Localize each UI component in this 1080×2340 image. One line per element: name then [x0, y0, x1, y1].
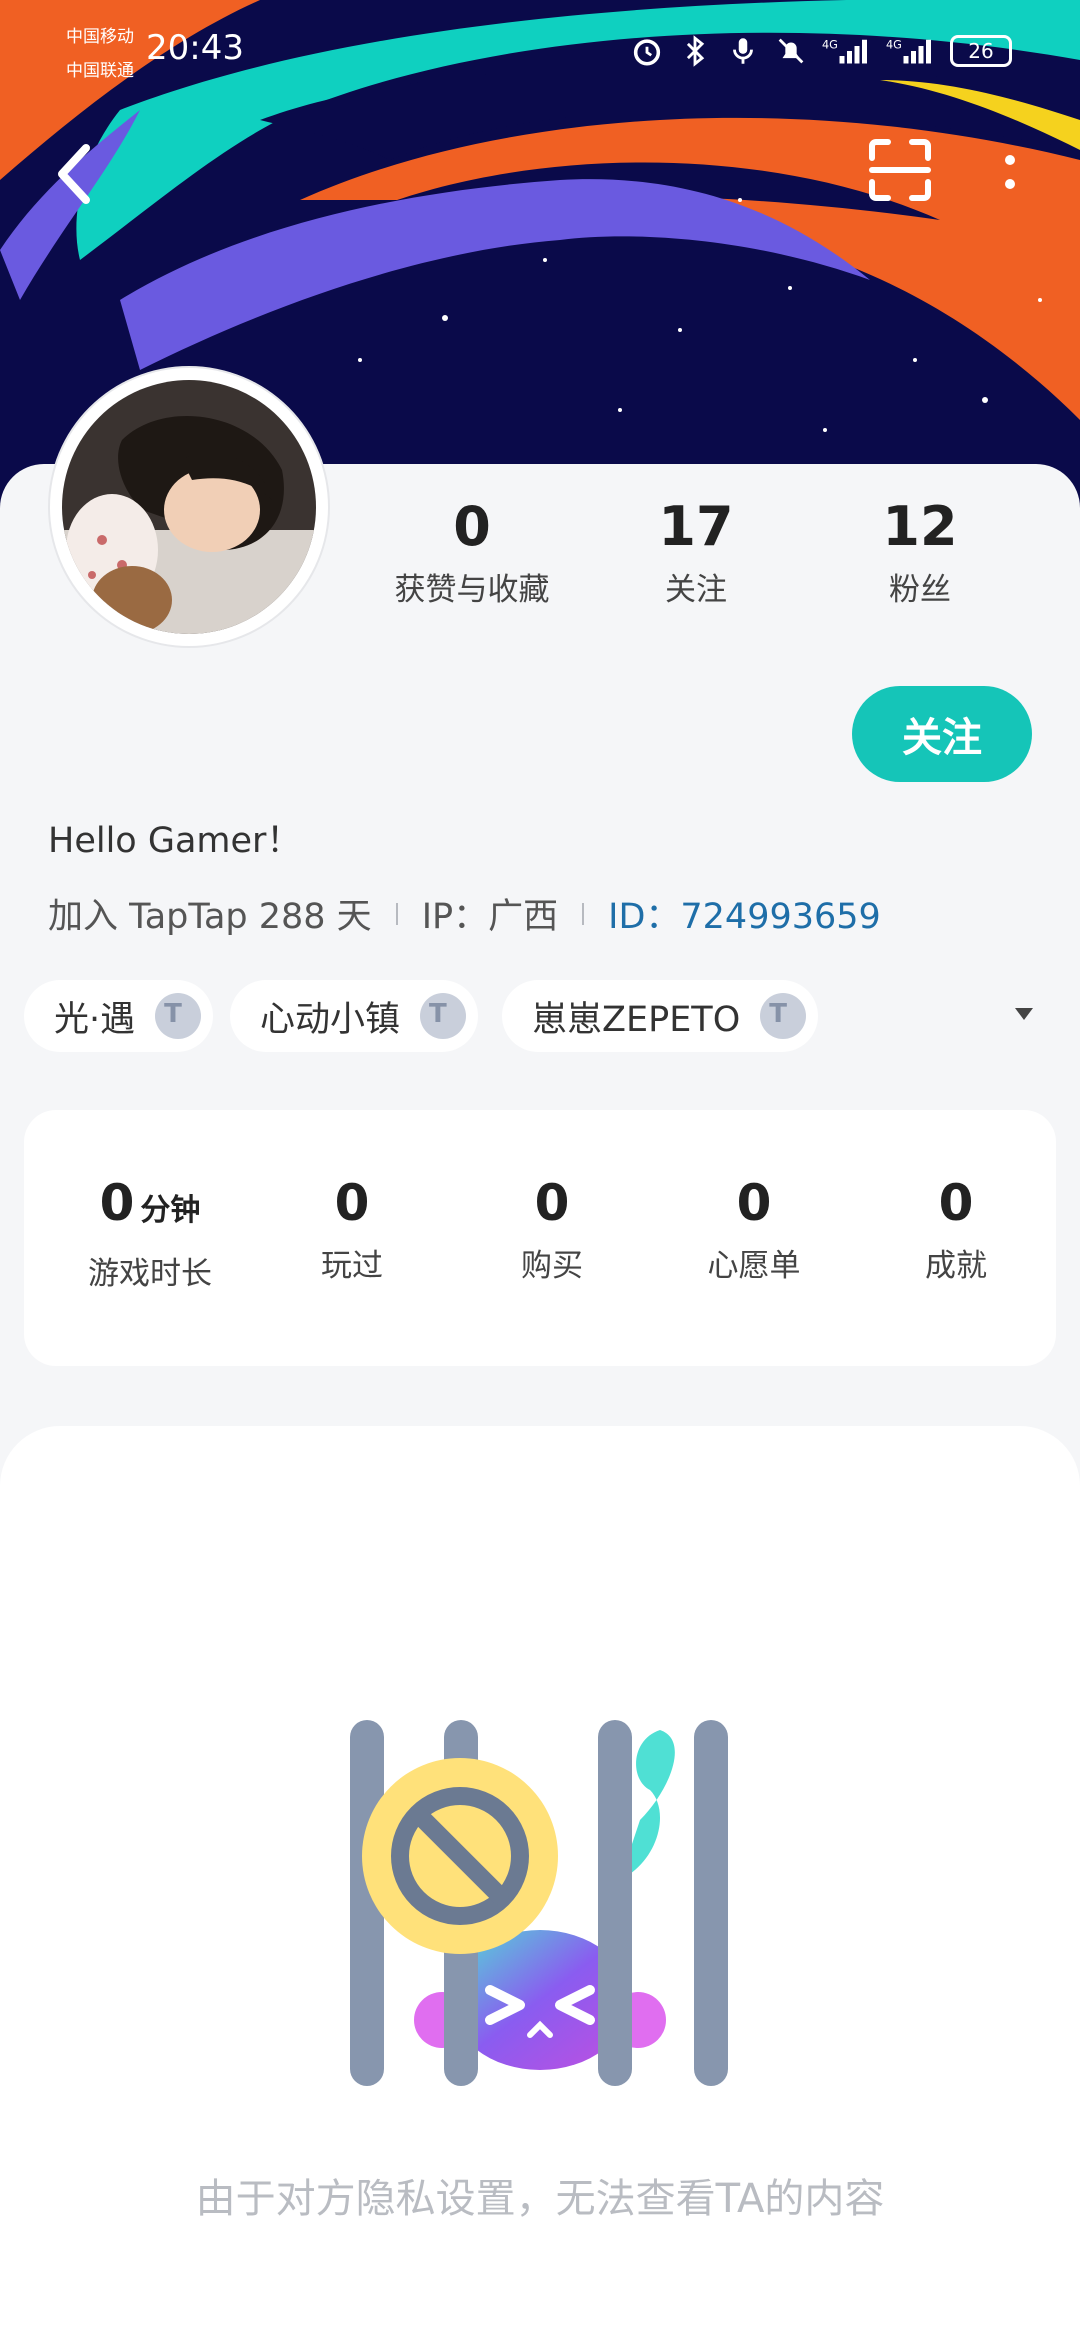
bought-label: 购买	[521, 1248, 583, 1284]
followers-count: 12	[882, 495, 958, 558]
privacy-locked-illustration	[350, 1720, 728, 2086]
wishlist-stat[interactable]: 0 心愿单	[654, 1172, 854, 1285]
avatar[interactable]	[62, 380, 316, 634]
achievements-label: 成就	[925, 1248, 987, 1284]
status-time: 20:43	[146, 28, 244, 68]
follow-button[interactable]: 关注	[852, 686, 1032, 782]
playtime-unit: 分钟	[140, 1193, 201, 1228]
status-icons: 4G 4G 26	[630, 26, 1080, 76]
svg-text:4G: 4G	[886, 39, 902, 52]
game-tag-label: 光·遇	[54, 999, 136, 1040]
microphone-icon	[733, 38, 753, 64]
ip-location: IP：广西	[421, 897, 559, 937]
achievements-stat[interactable]: 0 成就	[856, 1172, 1056, 1285]
more-options-icon[interactable]	[998, 150, 1022, 198]
game-tag-heartopia[interactable]: 心动小镇 T	[230, 980, 479, 1052]
bluetooth-icon	[686, 35, 705, 67]
playtime-stat[interactable]: 0 分钟 游戏时长	[50, 1172, 250, 1293]
achievements-value: 0	[938, 1174, 974, 1232]
followers-stat[interactable]: 12 粉丝	[810, 494, 1030, 609]
wishlist-value: 0	[736, 1174, 772, 1232]
taptap-badge-icon: T	[760, 993, 807, 1039]
played-value: 0	[334, 1174, 370, 1232]
likes-label: 获赞与收藏	[394, 572, 550, 608]
playtime-label: 游戏时长	[88, 1256, 212, 1292]
carrier-label-1: 中国移动	[66, 27, 134, 47]
likes-count: 0	[453, 495, 491, 558]
back-icon[interactable]	[48, 138, 100, 210]
bio-text: Hello Gamer！	[48, 821, 302, 861]
game-tag-label: 崽崽ZEPETO	[532, 999, 741, 1040]
played-label: 玩过	[321, 1248, 383, 1284]
divider	[582, 902, 585, 925]
playtime-value: 0	[99, 1174, 135, 1232]
following-count: 17	[658, 495, 734, 558]
following-label: 关注	[665, 572, 727, 608]
alarm-icon	[633, 39, 661, 66]
svg-text:4G: 4G	[822, 39, 838, 52]
mute-bell-icon	[778, 38, 804, 64]
divider	[395, 902, 398, 925]
following-stat[interactable]: 17 关注	[586, 494, 806, 609]
scan-icon[interactable]	[868, 138, 932, 202]
bought-stat[interactable]: 0 购买	[452, 1172, 652, 1285]
privacy-message: 由于对方隐私设置，无法查看TA的内容	[195, 2176, 885, 2222]
game-tag-sky[interactable]: 光·遇 T	[24, 980, 214, 1052]
wishlist-label: 心愿单	[707, 1248, 801, 1284]
battery-indicator: 26	[950, 35, 1012, 67]
carrier-label-2: 中国联通	[66, 61, 134, 81]
signal-icon-1: 4G	[822, 39, 867, 64]
taptap-badge-icon: T	[155, 993, 202, 1039]
likes-stat[interactable]: 0 获赞与收藏	[362, 494, 582, 609]
user-id[interactable]: ID：724993659	[608, 888, 881, 939]
played-stat[interactable]: 0 玩过	[252, 1172, 452, 1285]
expand-tags-icon[interactable]	[1012, 1004, 1036, 1024]
game-tag-label: 心动小镇	[260, 999, 401, 1040]
taptap-badge-icon: T	[420, 993, 467, 1039]
followers-label: 粉丝	[889, 572, 951, 608]
game-tag-zepeto[interactable]: 崽崽ZEPETO T	[502, 980, 819, 1052]
join-days: 加入 TapTap 288 天	[48, 897, 372, 937]
profile-info-line: 加入 TapTap 288 天 IP：广西 ID：724993659	[48, 888, 881, 939]
bought-value: 0	[534, 1174, 570, 1232]
signal-icon-2: 4G	[886, 39, 931, 64]
